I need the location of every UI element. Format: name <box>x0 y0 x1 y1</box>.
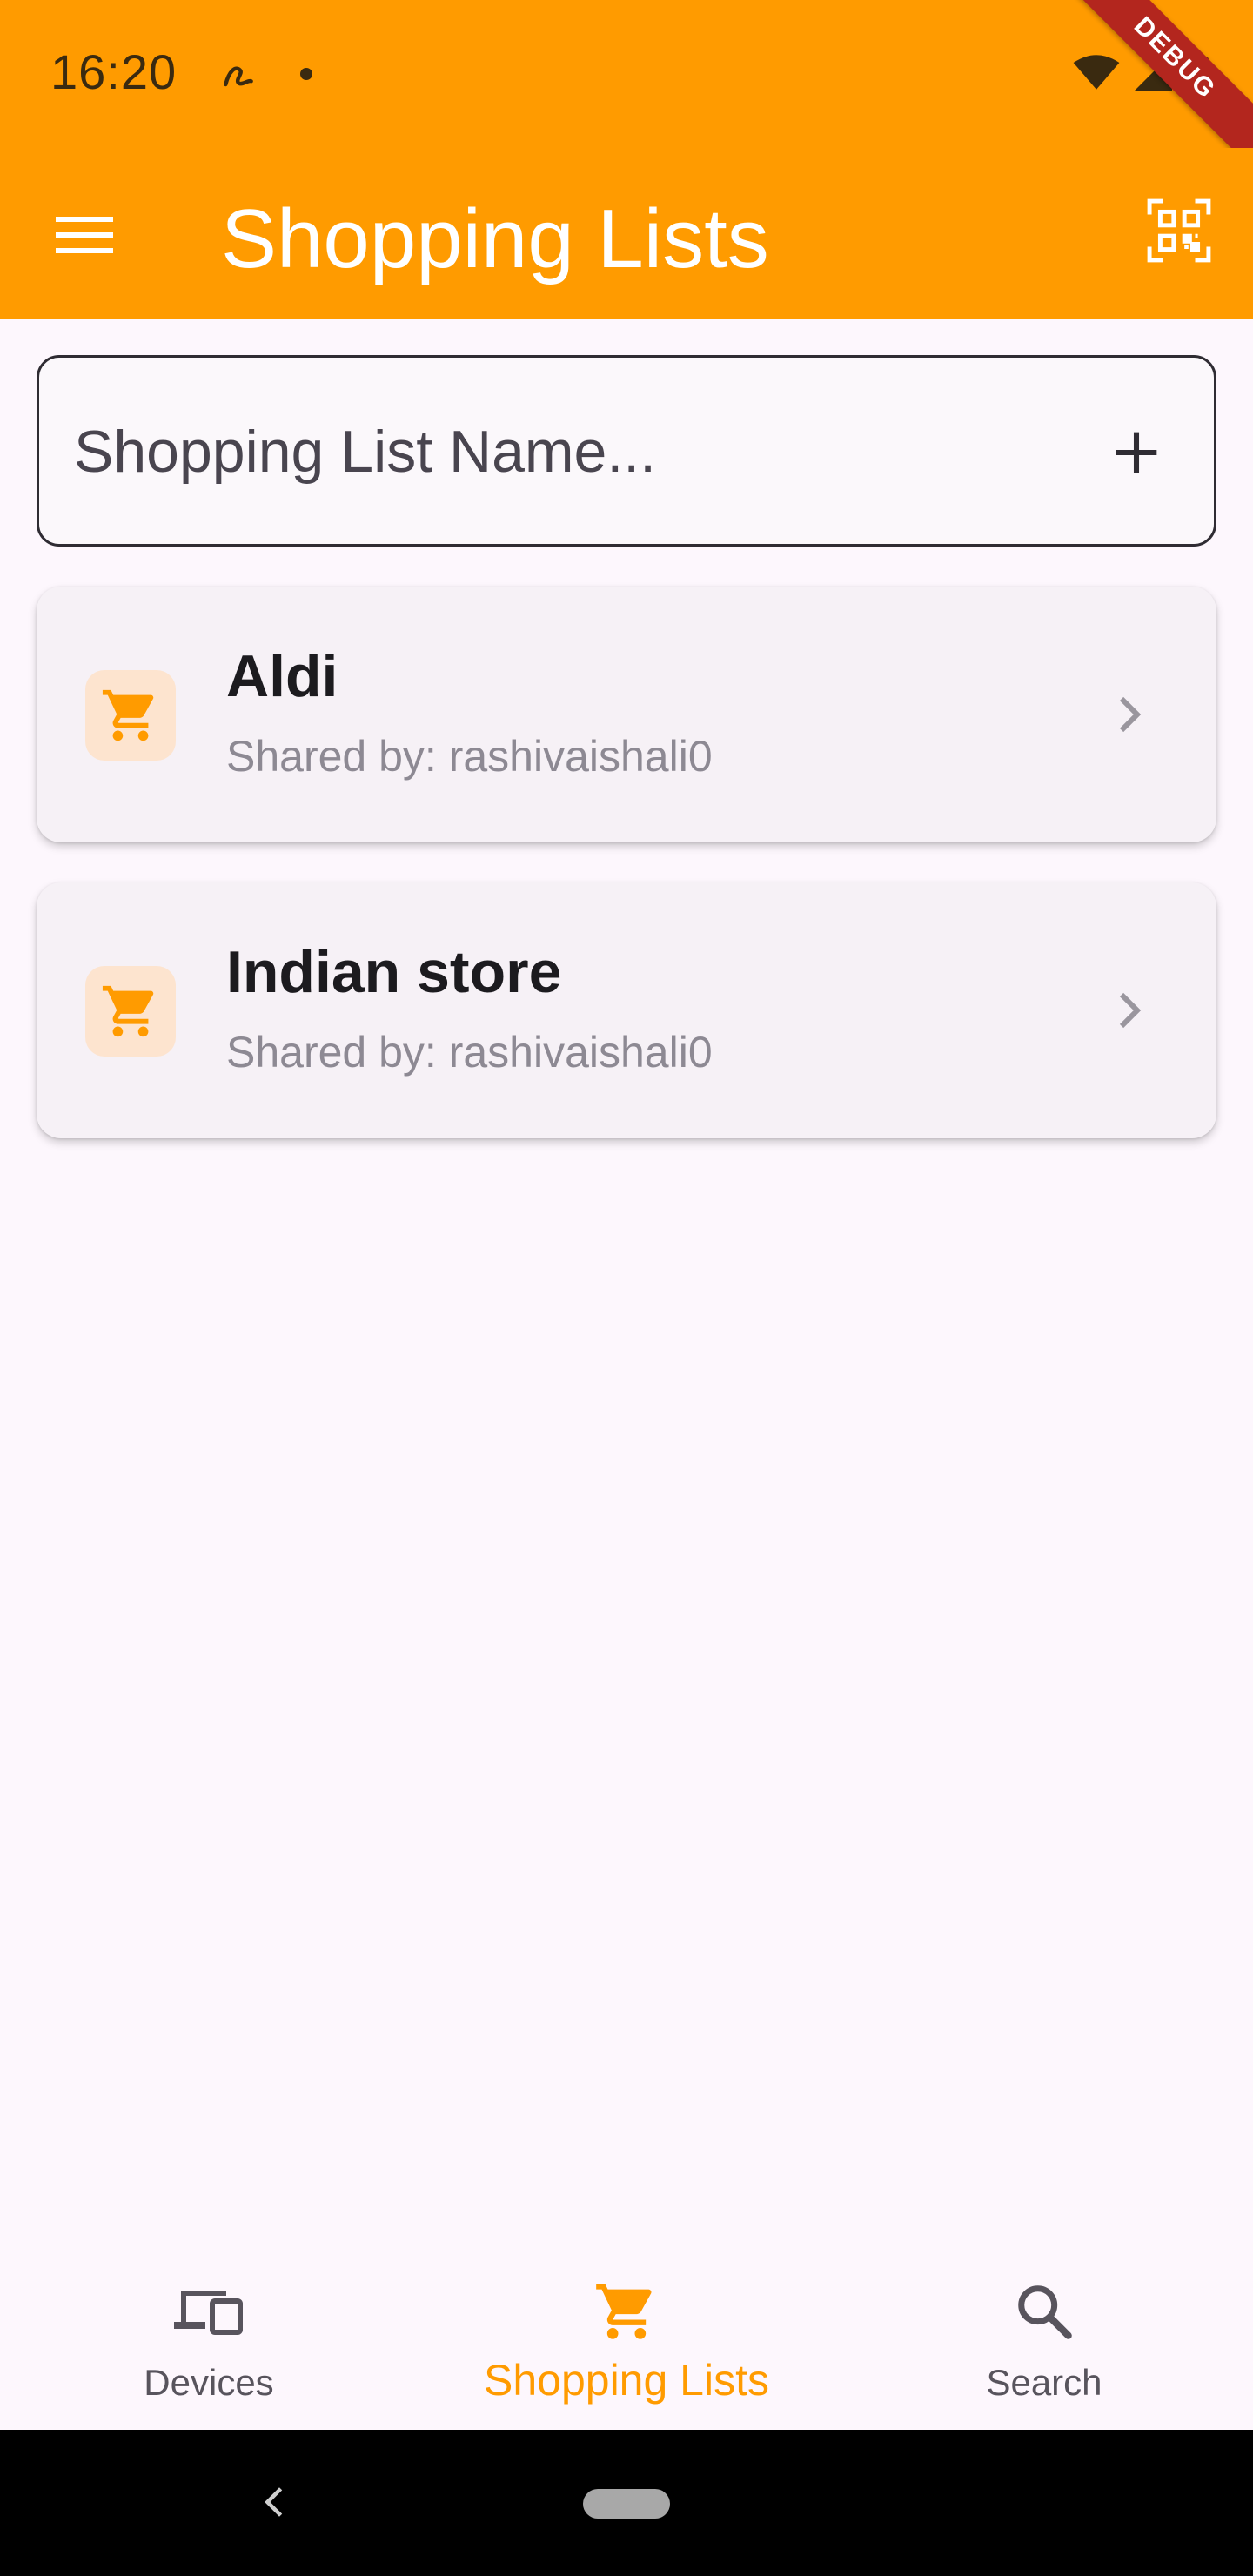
app-bar: Shopping Lists <box>0 148 1253 319</box>
list-name: Aldi <box>226 643 338 709</box>
shopping-list-name-input[interactable] <box>74 399 1075 504</box>
system-home-pill[interactable] <box>583 2489 670 2519</box>
status-bar: 16:20 DEBUG <box>0 0 1253 174</box>
notification-app-icon <box>224 66 253 87</box>
system-navigation-bar <box>0 2430 1253 2576</box>
system-back-button[interactable] <box>252 2480 296 2524</box>
list-shared-by: Shared by: rashivaishali0 <box>226 732 713 781</box>
nav-label: Devices <box>144 2362 274 2403</box>
menu-button[interactable] <box>45 196 124 274</box>
new-list-field <box>37 355 1216 547</box>
nav-label: Search <box>986 2362 1102 2403</box>
scan-qr-button[interactable] <box>1140 191 1218 270</box>
nav-item-shopping-lists[interactable]: Shopping Lists <box>470 2245 783 2430</box>
search-icon <box>1005 2277 1083 2346</box>
wifi-icon <box>1073 55 1120 90</box>
notification-dot-icon <box>300 68 312 80</box>
nav-item-search[interactable]: Search <box>888 2245 1201 2430</box>
nav-item-devices[interactable]: Devices <box>52 2245 365 2430</box>
list-item-aldi[interactable]: Aldi Shared by: rashivaishali0 <box>37 587 1216 842</box>
bottom-navigation: Devices Shopping Lists Search <box>0 2245 1253 2430</box>
devices-icon <box>170 2277 248 2346</box>
list-item-indian-store[interactable]: Indian store Shared by: rashivaishali0 <box>37 882 1216 1138</box>
cart-icon <box>102 985 154 1037</box>
cart-icon <box>587 2277 666 2346</box>
list-shared-by: Shared by: rashivaishali0 <box>226 1028 713 1077</box>
chevron-right-icon <box>1103 984 1156 1036</box>
add-list-button[interactable] <box>1097 413 1176 492</box>
chevron-right-icon <box>1103 688 1156 741</box>
qr-code-scanner-icon <box>1147 198 1211 263</box>
list-icon-tile <box>85 670 176 761</box>
nav-label: Shopping Lists <box>483 2356 769 2405</box>
menu-icon <box>56 217 113 253</box>
list-name: Indian store <box>226 939 562 1005</box>
cart-icon <box>102 689 154 741</box>
status-time: 16:20 <box>50 44 178 99</box>
page-title: Shopping Lists <box>221 192 769 285</box>
back-chevron-icon <box>265 2487 283 2517</box>
plus-icon <box>1116 432 1157 473</box>
list-icon-tile <box>85 966 176 1057</box>
